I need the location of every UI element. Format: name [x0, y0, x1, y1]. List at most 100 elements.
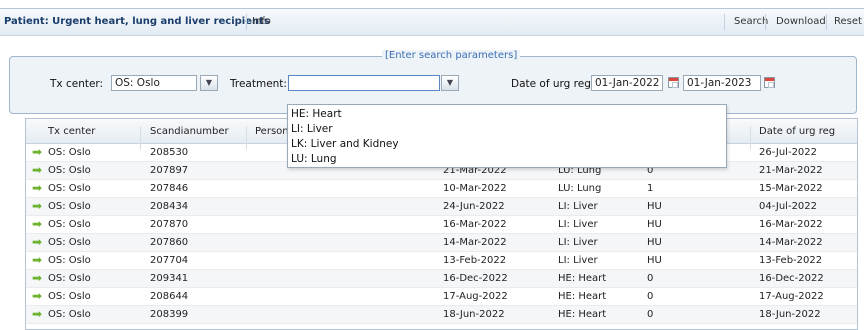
cell-date: 10-Mar-2022: [443, 183, 507, 194]
treatment-option[interactable]: LI: Liver: [288, 122, 726, 137]
divider: [246, 14, 247, 30]
cell-status: HU: [647, 201, 662, 212]
cell-tx-center: OS: Oslo: [48, 201, 91, 212]
chevron-down-icon: ▼: [205, 78, 213, 87]
cell-treatment: LI: Liver: [558, 219, 598, 230]
cell-status: 0: [647, 273, 654, 284]
cell-date-of-urg-reg: 15-Mar-2022: [759, 183, 823, 194]
cell-date-of-urg-reg: 16-Dec-2022: [759, 273, 824, 284]
arrow-right-icon[interactable]: ➡: [32, 181, 42, 195]
toolbar: Patient: Urgent heart, lung and liver re…: [0, 8, 864, 36]
cell-tx-center: OS: Oslo: [48, 309, 91, 320]
treatment-select[interactable]: [288, 75, 440, 91]
cell-date-of-urg-reg: 16-Mar-2022: [759, 219, 823, 230]
cell-scandianumber: 207704: [150, 255, 189, 266]
table-row[interactable]: ➡ OS: Oslo 209341 16-Dec-2022 HE: Heart 0 16-D…: [26, 270, 857, 288]
cell-scandianumber: 208644: [150, 291, 189, 302]
cell-treatment: LI: Liver: [558, 237, 598, 248]
treatment-option[interactable]: LK: Liver and Kidney: [288, 137, 726, 152]
cell-scandianumber: 207846: [150, 183, 189, 194]
cell-tx-center: OS: Oslo: [48, 291, 91, 302]
arrow-right-icon[interactable]: ➡: [32, 289, 42, 303]
treatment-dropdown-button[interactable]: ▼: [441, 75, 459, 91]
table-row[interactable]: ➡ OS: Oslo 207846 10-Mar-2022 LU: Lung 1 15-Ma…: [26, 180, 857, 198]
cell-scandianumber: 207860: [150, 237, 189, 248]
cell-date: 18-Jun-2022: [443, 309, 505, 320]
arrow-right-icon[interactable]: ➡: [32, 307, 42, 321]
cell-date-of-urg-reg: 26-Jul-2022: [759, 147, 818, 158]
cell-treatment: LU: Lung: [558, 183, 602, 194]
reset-button[interactable]: Reset: [834, 16, 862, 27]
date-to-input[interactable]: 01-Jan-2023: [683, 75, 761, 91]
cell-status: 1: [647, 183, 654, 194]
cell-tx-center: OS: Oslo: [48, 255, 91, 266]
divider: [826, 14, 827, 30]
cell-date-of-urg-reg: 18-Jun-2022: [759, 309, 821, 320]
cell-date-of-urg-reg: 04-Jul-2022: [759, 201, 818, 212]
arrow-right-icon[interactable]: ➡: [32, 199, 42, 213]
cell-tx-center: OS: Oslo: [48, 237, 91, 248]
date-to-calendar-button[interactable]: [762, 75, 778, 91]
calendar-icon: [668, 77, 679, 88]
cell-date: 16-Mar-2022: [443, 219, 507, 230]
column-header-scandianumber[interactable]: Scandianumber: [150, 126, 229, 137]
arrow-right-icon[interactable]: ➡: [32, 163, 42, 177]
cell-date: 13-Feb-2022: [443, 255, 507, 266]
cell-tx-center: OS: Oslo: [48, 183, 91, 194]
date-from-input[interactable]: 01-Jan-2022: [591, 75, 663, 91]
cell-date: 16-Dec-2022: [443, 273, 508, 284]
cell-treatment: HE: Heart: [558, 273, 607, 284]
divider: [765, 14, 766, 30]
arrow-right-icon[interactable]: ➡: [32, 253, 42, 267]
tx-center-select[interactable]: OS: Oslo: [111, 75, 197, 91]
cell-date-of-urg-reg: 13-Feb-2022: [759, 255, 823, 266]
chevron-down-icon: ▼: [446, 78, 454, 87]
table-row[interactable]: ➡ OS: Oslo 208399 18-Jun-2022 HE: Heart 0 18-J…: [26, 306, 857, 324]
cell-treatment: LI: Liver: [558, 201, 598, 212]
cell-tx-center: OS: Oslo: [48, 219, 91, 230]
cell-tx-center: OS: Oslo: [48, 147, 91, 158]
cell-scandianumber: 207897: [150, 165, 189, 176]
arrow-right-icon[interactable]: ➡: [32, 271, 42, 285]
cell-date: 17-Aug-2022: [443, 291, 508, 302]
tx-center-label: Tx center:: [50, 78, 104, 90]
arrow-right-icon[interactable]: ➡: [32, 145, 42, 159]
table-row[interactable]: ➡ OS: Oslo 207860 14-Mar-2022 LI: Liver HU 14-…: [26, 234, 857, 252]
arrow-right-icon[interactable]: ➡: [32, 217, 42, 231]
download-button[interactable]: Download: [776, 16, 826, 27]
table-row[interactable]: ➡ OS: Oslo 208434 24-Jun-2022 LI: Liver HU 04-…: [26, 198, 857, 216]
cell-treatment: LI: Liver: [558, 255, 598, 266]
treatment-dropdown-list: HE: Heart LI: Liver LK: Liver and Kidney LU…: [287, 104, 727, 168]
column-header-tx-center[interactable]: Tx center: [48, 126, 95, 137]
cell-scandianumber: 208434: [150, 201, 189, 212]
date-from-calendar-button[interactable]: [666, 75, 682, 91]
divider: [724, 14, 725, 30]
cell-scandianumber: 209341: [150, 273, 189, 284]
cell-status: 0: [647, 309, 654, 320]
search-button[interactable]: Search: [734, 16, 768, 27]
cell-tx-center: OS: Oslo: [48, 273, 91, 284]
tx-center-dropdown-button[interactable]: ▼: [200, 75, 218, 91]
cell-scandianumber: 208530: [150, 147, 189, 158]
cell-treatment: HE: Heart: [558, 309, 607, 320]
table-row[interactable]: ➡ OS: Oslo 207704 13-Feb-2022 LI: Liver HU 13-…: [26, 252, 857, 270]
info-button[interactable]: Info: [252, 16, 271, 27]
cell-date-of-urg-reg: 14-Mar-2022: [759, 237, 823, 248]
treatment-label: Treatment:: [230, 78, 287, 90]
cell-date: 24-Jun-2022: [443, 201, 505, 212]
table-row[interactable]: ➡ OS: Oslo 208644 17-Aug-2022 HE: Heart 0 17-A…: [26, 288, 857, 306]
table-row[interactable]: ➡ OS: Oslo 207870 16-Mar-2022 LI: Liver HU 16-…: [26, 216, 857, 234]
date-of-urg-reg-label: Date of urg reg:: [511, 78, 595, 90]
cell-date: 14-Mar-2022: [443, 237, 507, 248]
cell-scandianumber: 208399: [150, 309, 189, 320]
search-panel-legend: [Enter search parameters]: [382, 50, 521, 61]
cell-status: 0: [647, 291, 654, 302]
calendar-icon: [764, 77, 775, 88]
treatment-option[interactable]: HE: Heart: [288, 107, 726, 122]
arrow-right-icon[interactable]: ➡: [32, 235, 42, 249]
cell-scandianumber: 207870: [150, 219, 189, 230]
treatment-option[interactable]: LU: Lung: [288, 152, 726, 167]
column-header-date-of-urg-reg[interactable]: Date of urg reg: [759, 126, 835, 137]
cell-treatment: HE: Heart: [558, 291, 607, 302]
cell-status: HU: [647, 255, 662, 266]
